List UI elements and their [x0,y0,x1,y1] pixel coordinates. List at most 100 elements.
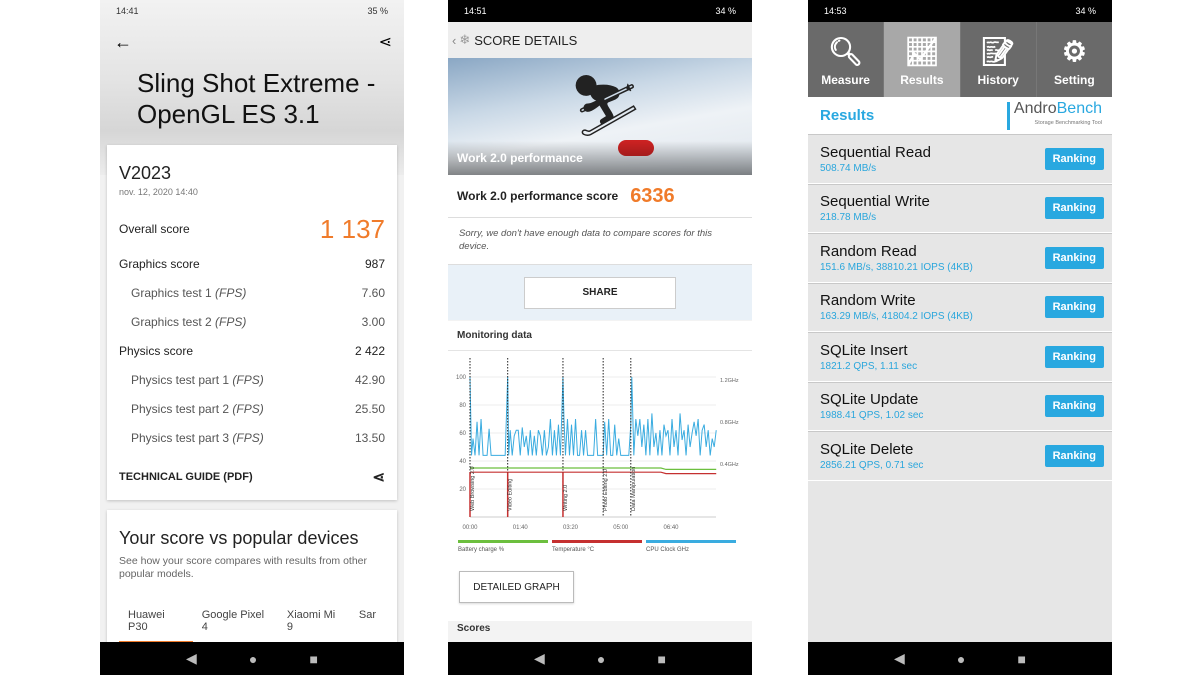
back-chevron-icon[interactable]: ‹ [452,33,456,48]
status-time: 14:51 [464,6,487,16]
score-label: Physics test part 1 (FPS) [131,372,264,387]
logo-andro: Andro [1013,99,1057,117]
legend-label: Battery charge % [458,547,505,553]
phone-pcmark: 14:51 34 % ‹ ❄ SCORE DETAILS ⛷ Work 2.0 … [448,0,752,675]
legend-swatch [552,540,642,543]
y-tick-label: 60 [459,431,466,437]
result-name: Sequential Read [820,143,931,161]
overall-score-row: Overall score 1 137 [119,209,385,249]
recents-icon[interactable]: ■ [657,651,665,667]
back-arrow-icon[interactable]: ← [114,32,132,53]
score-value: 13.50 [354,430,385,445]
tab-history[interactable]: 📝︎ History [961,22,1037,97]
scores-heading: Scores [457,623,491,634]
result-name: Random Read [820,242,917,260]
tab-results[interactable]: 📈︎ Results [884,22,961,97]
share-icon[interactable]: ⋖ [372,468,385,486]
home-icon[interactable]: ● [597,651,605,667]
result-row: SQLite Update 1988.41 QPS, 1.02 sec Rankin… [808,381,1112,431]
compare-description: See how your score compares with results… [119,555,368,580]
score-row: Graphics test 1 (FPS) 7.60 [119,278,385,307]
snowflake-icon: ❄ [459,32,471,47]
legend-label: Temperature °C [552,547,595,553]
result-name: Random Write [820,292,916,310]
guide-label: TECHNICAL GUIDE (PDF) [119,471,253,483]
score-label: Graphics test 1 (FPS) [131,285,247,300]
score-card: V2023 nov. 12, 2020 14:40 Overall score … [107,145,397,500]
back-icon[interactable]: ◀ [186,650,197,667]
ranking-button[interactable]: Ranking [1044,395,1104,418]
home-icon[interactable]: ● [249,651,257,667]
detailed-graph-button[interactable]: DETAILED GRAPH [459,571,574,603]
tab-google-pixel-4[interactable]: Google Pixel 4 [193,603,278,643]
ranking-button[interactable]: Ranking [1044,246,1104,269]
tab-setting[interactable]: ⚙ Setting [1037,22,1112,97]
ranking-button[interactable]: Ranking [1044,296,1104,319]
phone-androbench: 14:53 34 % 🔍︎ Measure 📈︎ Results 📝︎ History… [808,0,1112,675]
tab-label: History [977,73,1019,87]
nav-bar: ◀ ● ■ [100,642,404,675]
result-value: 151.6 MB/s, 38810.21 IOPS (4KB) [820,261,973,273]
ranking-button[interactable]: Ranking [1044,147,1104,170]
y-right-tick-label: 1.2GHz [720,378,739,384]
result-row: Random Write 163.29 MB/s, 41804.2 IOPS (4… [808,282,1112,332]
overall-label: Overall score [119,222,190,236]
recents-icon[interactable]: ■ [1017,651,1025,667]
phone-3dmark: 14:41 35 % ← ⋖ Sling Shot Extreme - Open… [100,0,404,675]
series-line-battery [470,467,717,471]
share-icon[interactable]: ⋖ [379,32,392,52]
tab-label: Setting [1054,73,1095,87]
result-row: Sequential Write 218.78 MB/s Ranking [808,183,1112,233]
score-row: Physics test part 2 (FPS) 25.50 [119,394,385,423]
marker-label: Web Browsing 2.0 [470,466,476,511]
header-title: SCORE DETAILS [474,32,578,48]
tab-measure[interactable]: 🔍︎ Measure [808,22,885,97]
back-icon[interactable]: ◀ [894,650,905,667]
gear-icon: ⚙ [1061,36,1087,67]
tab-xiaomi-mi-9[interactable]: Xiaomi Mi 9 [278,603,350,643]
home-icon[interactable]: ● [957,651,965,667]
marker-label: Video Editing [508,479,514,511]
score-label: Physics score [119,343,194,358]
result-value: 218.78 MB/s [820,212,877,224]
y-tick-label: 20 [459,487,466,493]
result-row: Random Read 151.6 MB/s, 38810.21 IOPS (4K… [808,233,1112,283]
score-value: 42.90 [354,372,385,387]
result-value: 508.74 MB/s [820,162,877,174]
ranking-button[interactable]: Ranking [1044,345,1104,368]
image-caption: Work 2.0 performance [457,151,583,165]
status-battery: 35 % [367,6,388,16]
ranking-button[interactable]: Ranking [1044,444,1104,467]
skier-figure-icon: ⛷ [568,72,645,139]
share-button[interactable]: SHARE [524,276,676,309]
compare-card: Your score vs popular devices See how yo… [107,510,397,650]
result-value: 163.29 MB/s, 41804.2 IOPS (4KB) [820,311,973,323]
y-tick-label: 80 [459,403,466,409]
score-row: Physics score 2 422 [119,336,385,365]
score-value: 7.60 [361,285,385,300]
compare-title: Your score vs popular devices [119,528,359,548]
result-name: Sequential Write [820,193,930,211]
overall-value: 1 137 [319,213,385,244]
status-bar: 14:51 34 % [448,0,752,22]
result-row: SQLite Insert 1821.2 QPS, 1.11 sec Ranking [808,332,1112,382]
androbench-logo: AndroBench Storage Benchmarking Tool [1006,99,1102,130]
status-bar: 14:53 34 % [808,0,1112,22]
tab-samsung[interactable]: Sar [350,603,385,643]
recents-icon[interactable]: ■ [309,651,317,667]
score-row: Physics test part 3 (FPS) 13.50 [119,423,385,452]
result-value: 2856.21 QPS, 0.71 sec [820,459,924,471]
ranking-button[interactable]: Ranking [1044,197,1104,220]
series-line-temperature [470,471,717,475]
legend-label: CPU Clock GHz [646,547,689,553]
nav-bar: ◀ ● ■ [448,642,752,675]
y-tick-label: 40 [459,459,466,465]
tab-huawei-p30[interactable]: Huawei P30 [119,603,193,643]
score-label: Graphics test 2 (FPS) [131,314,247,329]
header: ‹ ❄ SCORE DETAILS [448,22,752,58]
score-row: Work 2.0 performance score 6336 [448,175,752,218]
monitoring-title: Monitoring data [448,321,752,351]
back-icon[interactable]: ◀ [534,650,545,667]
result-name: SQLite Delete [820,440,914,458]
technical-guide-link[interactable]: TECHNICAL GUIDE (PDF) ⋖ [119,452,385,502]
